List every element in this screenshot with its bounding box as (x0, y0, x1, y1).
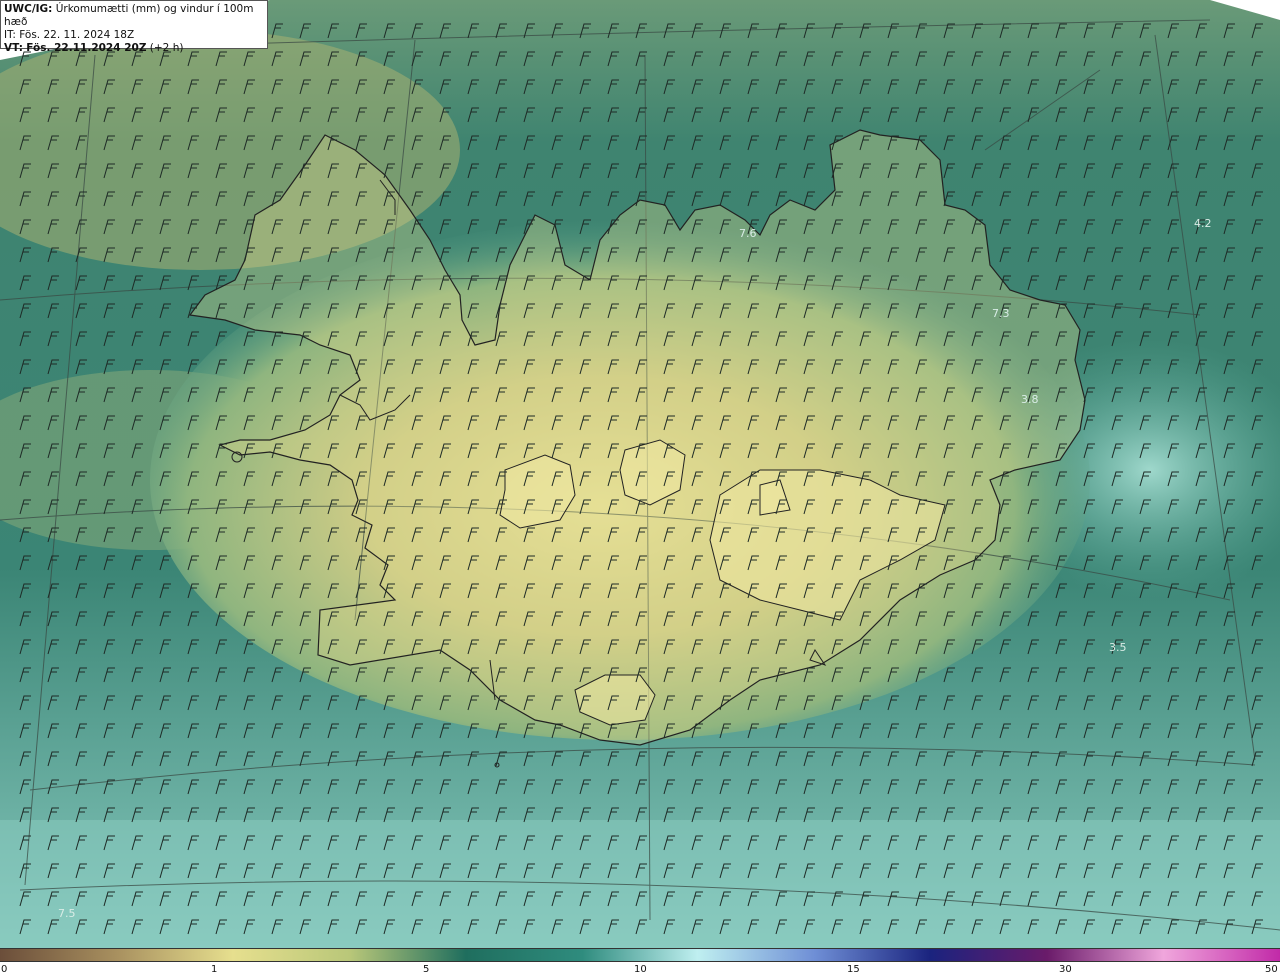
colorbar-tick: 50 (1265, 964, 1278, 975)
model-name: UWC/IG: (4, 3, 53, 15)
value-label: 7.6 (739, 227, 757, 240)
valid-time-offset: (+2 h) (149, 42, 184, 54)
valid-time-prefix: VT: (4, 42, 23, 54)
colorbar-tick: 30 (1059, 964, 1072, 975)
initial-time: IT: Fös. 22. 11. 2024 18Z (4, 29, 135, 41)
colorbar-tick: 15 (847, 964, 860, 975)
map-info-box: UWC/IG: Úrkomumætti (mm) og vindur í 100… (0, 0, 268, 54)
colorbar: 0 1 5 10 15 30 50 (0, 948, 1280, 978)
colorbar-tick: 10 (634, 964, 647, 975)
colorbar-gradient (0, 948, 1280, 962)
colorbar-tick: 0 (1, 964, 8, 975)
colorbar-tick: 1 (211, 964, 218, 975)
value-label: 3.5 (1109, 641, 1127, 654)
value-label: 7.3 (992, 307, 1010, 320)
map-panel: UWC/IG: Úrkomumætti (mm) og vindur í 100… (0, 0, 1280, 948)
value-label: 3.8 (1021, 393, 1039, 406)
colorbar-tick: 5 (423, 964, 430, 975)
valid-time: Fös. 22.11.2024 20Z (26, 42, 147, 54)
value-label: 4.2 (1194, 217, 1212, 230)
precipitation-map (0, 0, 1280, 948)
value-label: 7.5 (58, 907, 76, 920)
